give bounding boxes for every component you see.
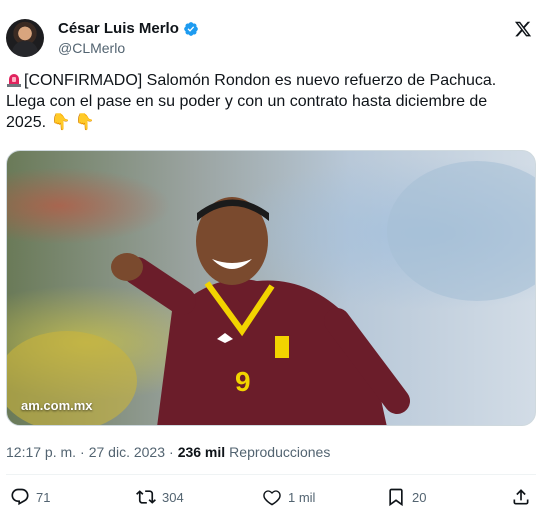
repost-icon xyxy=(136,490,156,504)
views-count: 236 mil xyxy=(177,444,226,460)
pointing-down-emojis: 👇 👇 xyxy=(50,114,95,131)
tweet-time[interactable]: 12:17 p. m. xyxy=(6,444,76,460)
bookmark-icon xyxy=(389,488,403,507)
reply-count: 71 xyxy=(36,489,51,505)
tweet-media-image[interactable]: 9 am.com.mx xyxy=(6,150,536,426)
tweet-header: César Luis Merlo @CLMerlo xyxy=(6,12,536,60)
player-photo: 9 xyxy=(7,161,535,425)
x-logo-icon[interactable] xyxy=(514,20,532,38)
tweet-line-1: [CONFIRMADO] Salomón Rondon es nuevo ref… xyxy=(6,70,534,91)
repost-button[interactable]: 304 xyxy=(136,487,184,507)
verified-icon xyxy=(184,21,198,36)
media-watermark: am.com.mx xyxy=(21,398,93,413)
meta-separator: · xyxy=(169,444,174,460)
repost-count: 304 xyxy=(162,489,184,505)
tweet-line-3-text: 2025. xyxy=(6,114,47,131)
like-button[interactable]: 1 mil xyxy=(262,487,315,507)
author-handle[interactable]: @CLMerlo xyxy=(58,40,125,56)
bookmark-count: 20 xyxy=(412,489,427,505)
tweet-actions: 71 304 1 mil 20 xyxy=(6,487,536,511)
bookmark-button[interactable]: 20 xyxy=(386,487,426,507)
tweet-line-2: Llega con el pase en su poder y con un c… xyxy=(6,93,488,110)
divider xyxy=(6,474,536,475)
siren-icon xyxy=(7,74,21,87)
like-count: 1 mil xyxy=(288,489,316,505)
views-label: Reproducciones xyxy=(229,444,331,460)
tweet-text: [CONFIRMADO] Salomón Rondon es nuevo ref… xyxy=(6,70,534,133)
meta-separator: · xyxy=(80,444,85,460)
tweet-meta: 12:17 p. m. · 27 dic. 2023 · 236 mil Rep… xyxy=(6,444,330,460)
tweet-line-1-text: [CONFIRMADO] Salomón Rondon es nuevo ref… xyxy=(24,72,497,89)
avatar[interactable] xyxy=(6,19,44,57)
jersey-number: 9 xyxy=(235,366,251,397)
share-button[interactable] xyxy=(511,487,531,507)
like-icon xyxy=(263,490,281,506)
share-icon xyxy=(513,489,529,505)
tweet-line-3: 2025. 👇 👇 xyxy=(6,112,534,133)
reply-button[interactable]: 71 xyxy=(10,487,50,507)
author-name-row: César Luis Merlo xyxy=(58,20,199,37)
reply-icon xyxy=(11,488,29,506)
author-name[interactable]: César Luis Merlo xyxy=(58,20,179,37)
tweet-date[interactable]: 27 dic. 2023 xyxy=(89,444,165,460)
